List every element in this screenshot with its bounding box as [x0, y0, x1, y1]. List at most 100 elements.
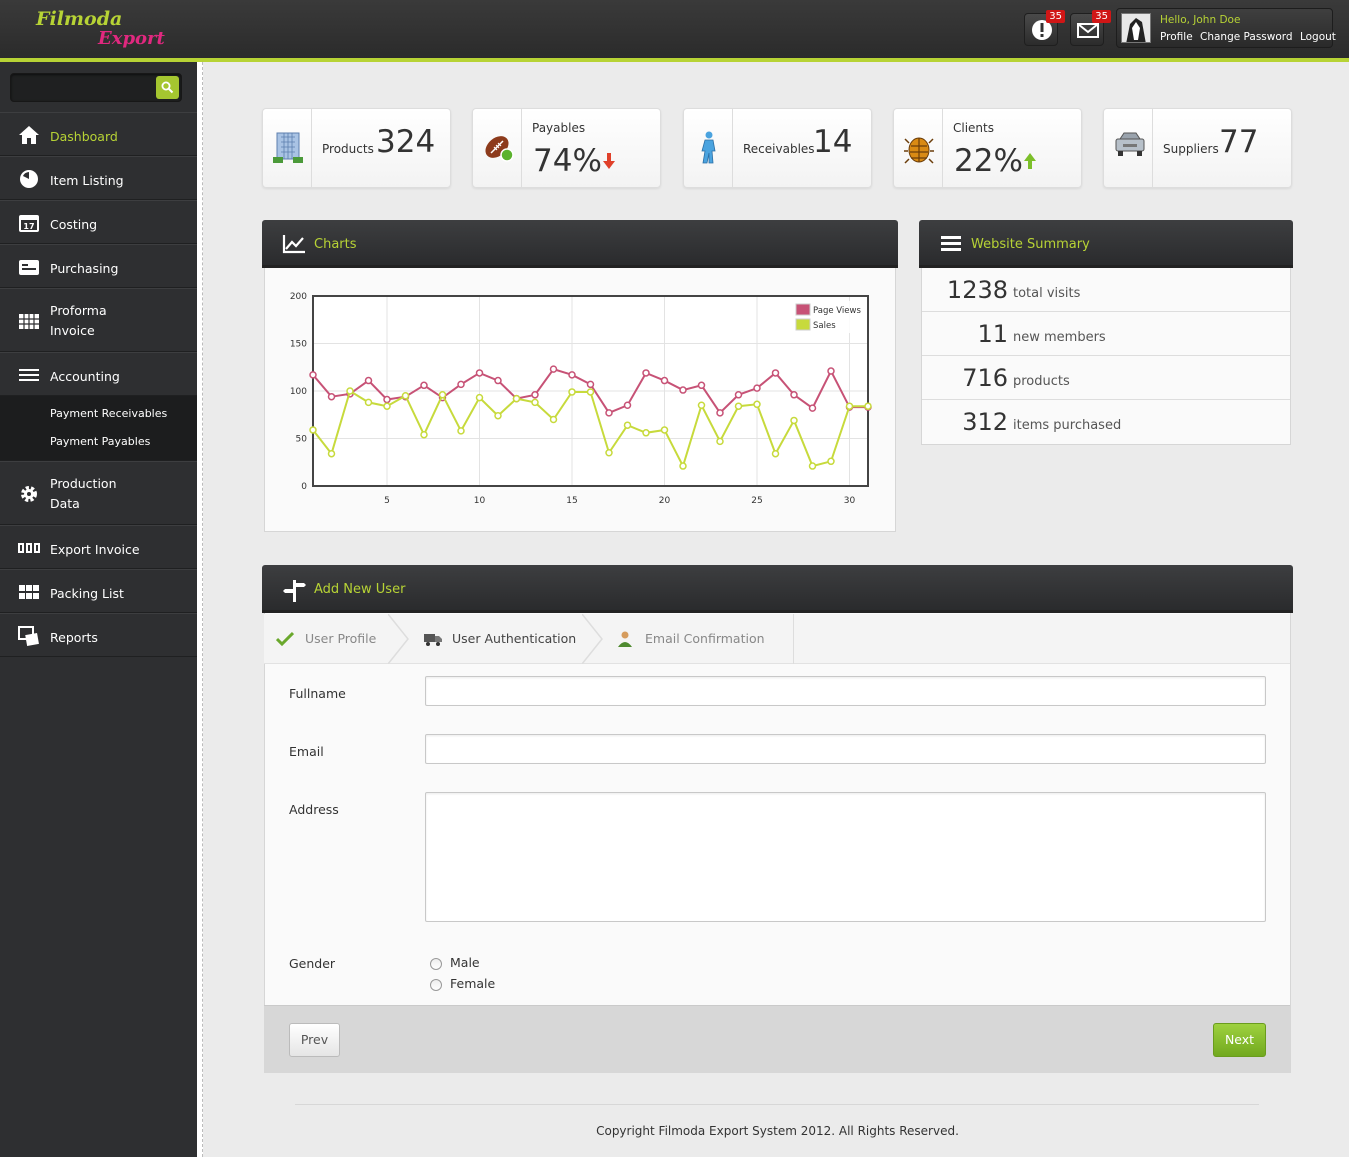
stat-suppliers[interactable]: Suppliers 77 — [1103, 108, 1292, 188]
sidebar-item-reports[interactable]: Reports — [0, 613, 197, 657]
data-point — [475, 393, 484, 402]
sidebar-subitem-payment-payables[interactable]: Payment Payables — [0, 428, 197, 456]
data-point — [660, 376, 669, 385]
data-point — [808, 462, 817, 470]
sidebar-item-costing[interactable]: 17 Costing — [0, 200, 197, 244]
summary-value: 312 — [962, 408, 1008, 436]
reports-icon — [18, 626, 39, 646]
address-textarea[interactable] — [425, 792, 1266, 922]
logo[interactable]: Filmoda Export — [36, 6, 176, 52]
stat-label: Receivables — [743, 142, 815, 156]
stat-products[interactable]: Products 324 — [262, 108, 451, 188]
data-point — [549, 365, 558, 373]
stat-clients[interactable]: Clients 22% — [893, 108, 1082, 188]
data-point — [605, 409, 613, 417]
invoice-icon — [18, 543, 40, 553]
signpost-icon — [283, 580, 306, 602]
sidebar-item-accounting[interactable]: Accounting — [0, 352, 197, 396]
avatar[interactable] — [1121, 13, 1151, 43]
data-point — [642, 369, 650, 377]
sidebar-item-item-listing[interactable]: Item Listing — [0, 156, 197, 200]
sidebar-item-purchasing[interactable]: Purchasing — [0, 244, 197, 288]
sidebar-item-dashboard[interactable]: Dashboard — [0, 112, 197, 156]
stat-value: 74% — [533, 143, 602, 179]
cart-icon — [19, 260, 39, 275]
gender-label: Gender — [289, 956, 336, 971]
data-point — [734, 391, 743, 399]
sidebar-item-label: Accounting — [50, 369, 120, 384]
address-label: Address — [289, 802, 339, 817]
sidebar-item-proforma-invoice[interactable]: Proforma Invoice — [0, 288, 197, 352]
data-point — [438, 391, 447, 399]
data-point — [457, 427, 465, 435]
user-icon — [618, 631, 632, 647]
data-point — [771, 449, 780, 458]
data-point — [309, 371, 317, 379]
tab-user-profile[interactable]: User Profile — [264, 614, 410, 664]
tab-user-authentication[interactable]: User Authentication — [410, 614, 604, 664]
legend-swatch — [795, 318, 811, 331]
list-icon — [19, 369, 39, 381]
stat-payables[interactable]: Payables 74% — [472, 108, 661, 188]
panel-title: Add New User — [314, 582, 406, 597]
logo-line1: Filmoda — [36, 8, 123, 30]
sidebar-item-label: Purchasing — [50, 261, 119, 276]
gender-female-label[interactable]: Female — [450, 976, 495, 991]
email-input[interactable] — [425, 734, 1266, 764]
messages-button[interactable]: 35 — [1070, 10, 1111, 46]
y-tick-label: 0 — [301, 482, 307, 492]
charts-panel-body: 0 50 100 150 200 5 10 15 20 25 30 Page Views Sales — [264, 268, 896, 532]
y-tick-label: 200 — [290, 292, 307, 302]
alerts-button[interactable]: 35 — [1024, 10, 1065, 46]
panel-title: Website Summary — [971, 237, 1090, 252]
top-header: Filmoda Export 35 35 Hello, John Doe Pro… — [0, 0, 1349, 62]
sidebar-item-packing-list[interactable]: Packing List — [0, 569, 197, 613]
svg-text:17: 17 — [23, 222, 34, 231]
data-point — [309, 426, 317, 434]
next-button[interactable]: Next — [1213, 1023, 1266, 1057]
alerts-badge: 35 — [1046, 10, 1065, 23]
form-panel-header: Add New User — [262, 565, 1293, 613]
gender-female-radio[interactable] — [430, 979, 442, 991]
fullname-input[interactable] — [425, 676, 1266, 706]
stat-receivables[interactable]: Receivables 14 — [683, 108, 872, 188]
arrow-down-icon — [603, 153, 615, 169]
search-icon — [161, 81, 174, 94]
x-tick-label: 10 — [474, 496, 486, 506]
data-point — [605, 449, 613, 457]
gender-male-radio[interactable] — [430, 958, 442, 970]
prev-button[interactable]: Prev — [289, 1023, 340, 1057]
logout-link[interactable]: Logout — [1300, 31, 1336, 43]
y-tick-label: 150 — [290, 340, 307, 350]
data-point — [364, 398, 373, 407]
y-tick-label: 100 — [290, 387, 307, 397]
data-point — [716, 437, 724, 446]
data-point — [716, 409, 724, 417]
gender-male-label[interactable]: Male — [450, 955, 480, 970]
data-point — [697, 381, 706, 390]
data-point — [568, 371, 576, 379]
sidebar-subitem-payment-receivables[interactable]: Payment Receivables — [0, 400, 197, 428]
profile-link[interactable]: Profile — [1160, 31, 1193, 43]
summary-row: 312 items purchased — [922, 400, 1290, 444]
tab-email-confirmation[interactable]: Email Confirmation — [604, 614, 794, 664]
sidebar-item-label: Reports — [50, 630, 98, 645]
data-point — [679, 462, 687, 470]
search-input[interactable] — [10, 73, 182, 102]
user-greeting: Hello, John Doe — [1160, 14, 1241, 26]
sidebar-item-export-invoice[interactable]: Export Invoice — [0, 525, 197, 569]
summary-panel-body: 1238 total visits 11 new members 716 pro… — [921, 268, 1291, 445]
summary-label: total visits — [1013, 286, 1081, 301]
data-point — [475, 369, 484, 377]
chart-icon — [282, 235, 305, 254]
home-icon — [19, 126, 39, 144]
x-tick-label: 15 — [566, 496, 577, 506]
change-password-link[interactable]: Change Password — [1200, 31, 1293, 43]
data-point — [827, 457, 835, 466]
search-button[interactable] — [156, 76, 179, 99]
sidebar-item-production-data[interactable]: Production Data — [0, 461, 197, 525]
messages-badge: 35 — [1092, 10, 1111, 23]
summary-value: 716 — [962, 364, 1008, 392]
data-point — [346, 387, 354, 395]
x-tick-label: 20 — [659, 496, 671, 506]
